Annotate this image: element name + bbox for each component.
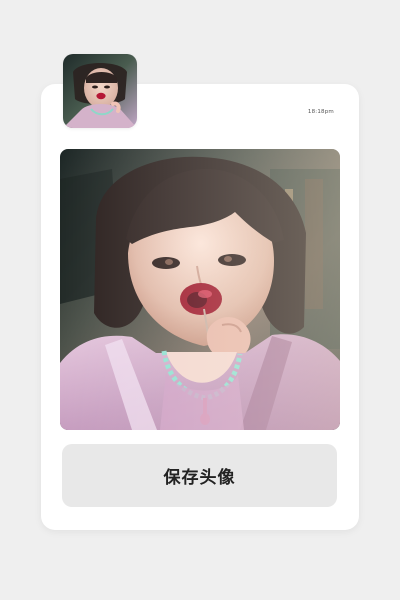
avatar-thumbnail[interactable] — [63, 54, 137, 128]
timestamp: 18:18pm — [307, 109, 334, 115]
portrait-image — [60, 149, 340, 430]
page: 18:18pm 保存头像 — [0, 0, 400, 600]
avatar-image — [63, 54, 137, 128]
avatar-preview-photo — [60, 149, 340, 430]
avatar-card: 18:18pm 保存头像 — [41, 84, 359, 530]
save-avatar-button[interactable]: 保存头像 — [62, 444, 337, 507]
